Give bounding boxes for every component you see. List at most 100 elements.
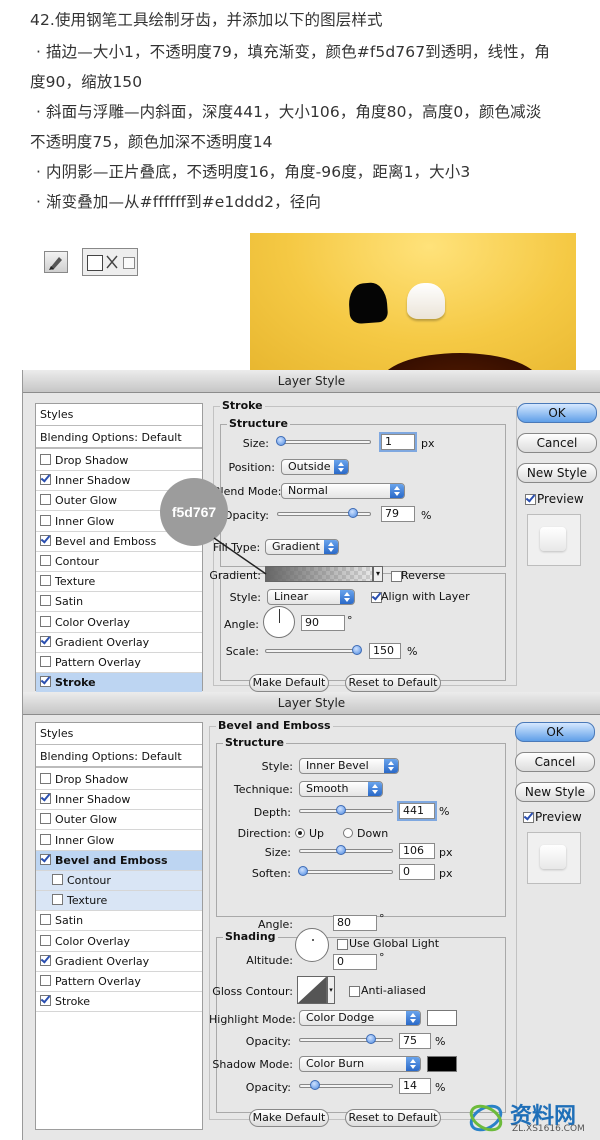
depth-slider[interactable]	[299, 805, 393, 815]
style-checkbox[interactable]	[40, 635, 51, 647]
scale-slider[interactable]	[265, 645, 362, 655]
blending-options[interactable]: Blending Options: Default	[36, 746, 202, 768]
style-checkbox[interactable]	[40, 575, 51, 587]
soften-field[interactable]: 0	[399, 864, 435, 880]
styles-header[interactable]: Styles	[36, 723, 202, 745]
paths-icon[interactable]	[105, 254, 119, 270]
shadow-opacity-slider[interactable]	[299, 1080, 393, 1090]
style-item[interactable]: Outer Glow	[36, 810, 202, 831]
angle-field[interactable]: 90	[301, 615, 345, 631]
bevel-style-select[interactable]: Inner Bevel	[299, 758, 399, 774]
style-checkbox[interactable]	[40, 494, 51, 506]
gloss-contour-swatch[interactable]	[297, 976, 327, 1004]
cancel-button[interactable]: Cancel	[515, 752, 595, 772]
style-item[interactable]: Contour	[36, 871, 202, 891]
shadow-mode-select[interactable]: Color Burn	[299, 1056, 421, 1072]
style-checkbox[interactable]	[40, 853, 51, 865]
highlight-opacity-field[interactable]: 75	[399, 1033, 431, 1049]
style-item[interactable]: Pattern Overlay	[36, 972, 202, 992]
preview-checkbox[interactable]	[525, 494, 536, 505]
depth-field[interactable]: 441	[399, 803, 435, 819]
style-checkbox[interactable]	[40, 514, 51, 526]
angle-dial[interactable]	[263, 606, 295, 638]
slider-knob[interactable]	[276, 436, 286, 446]
make-default-button[interactable]: Make Default	[249, 1109, 329, 1127]
global-light-checkbox[interactable]	[337, 939, 348, 950]
slider-knob[interactable]	[352, 645, 362, 655]
gradient-swatch[interactable]	[265, 566, 373, 582]
pen-tool-icon[interactable]	[44, 251, 68, 273]
style-item[interactable]: Bevel and Emboss	[36, 850, 202, 871]
fill-pixels-icon[interactable]	[123, 257, 135, 269]
style-checkbox[interactable]	[40, 773, 51, 784]
altitude-field[interactable]: 0	[333, 954, 377, 970]
style-checkbox[interactable]	[40, 914, 51, 926]
style-checkbox[interactable]	[40, 833, 51, 845]
style-item[interactable]: Gradient Overlay	[36, 633, 202, 653]
style-item[interactable]: Contour	[36, 552, 202, 572]
style-item[interactable]: Inner Shadow	[36, 790, 202, 811]
style-item[interactable]: Drop Shadow	[36, 770, 202, 790]
gradient-dropdown-icon[interactable]: ▾	[373, 566, 383, 582]
preview-checkbox[interactable]	[523, 812, 534, 823]
shading-angle-field[interactable]: 80	[333, 915, 377, 931]
style-checkbox[interactable]	[40, 615, 51, 627]
shadow-opacity-field[interactable]: 14	[399, 1078, 431, 1094]
blending-options[interactable]: Blending Options: Default	[36, 427, 202, 449]
cancel-button[interactable]: Cancel	[517, 433, 597, 453]
technique-select[interactable]: Smooth	[299, 781, 383, 797]
reset-default-button[interactable]: Reset to Default	[345, 1109, 441, 1127]
style-checkbox[interactable]	[52, 894, 63, 906]
style-checkbox[interactable]	[40, 813, 51, 825]
style-item[interactable]: Inner Glow	[36, 831, 202, 851]
blend-mode-select[interactable]: Normal	[281, 483, 405, 499]
new-style-button[interactable]: New Style	[515, 782, 595, 802]
new-style-button[interactable]: New Style	[517, 463, 597, 483]
style-checkbox[interactable]	[40, 656, 51, 667]
size-field[interactable]: 1	[381, 434, 415, 450]
shadow-color-swatch[interactable]	[427, 1056, 457, 1072]
style-checkbox[interactable]	[52, 874, 63, 885]
opacity-field[interactable]: 79	[381, 506, 415, 522]
style-item[interactable]: Satin	[36, 592, 202, 613]
style-item[interactable]: Stroke	[36, 673, 202, 694]
fill-type-select[interactable]: Gradient	[265, 539, 339, 555]
anti-aliased-checkbox[interactable]	[349, 986, 360, 997]
highlight-color-swatch[interactable]	[427, 1010, 457, 1026]
highlight-mode-select[interactable]: Color Dodge	[299, 1010, 421, 1026]
opacity-slider[interactable]	[277, 508, 371, 518]
style-checkbox[interactable]	[40, 793, 51, 805]
shape-layers-icon[interactable]	[87, 255, 103, 271]
style-item[interactable]: Texture	[36, 891, 202, 912]
style-item[interactable]: Color Overlay	[36, 613, 202, 633]
slider-knob[interactable]	[310, 1080, 320, 1090]
ok-button[interactable]: OK	[515, 722, 595, 742]
styles-header[interactable]: Styles	[36, 404, 202, 426]
style-checkbox[interactable]	[40, 555, 51, 566]
slider-knob[interactable]	[298, 866, 308, 876]
position-select[interactable]: Outside	[281, 459, 349, 475]
slider-knob[interactable]	[348, 508, 358, 518]
style-item[interactable]: Texture	[36, 572, 202, 593]
slider-knob[interactable]	[336, 845, 346, 855]
style-item[interactable]: Stroke	[36, 992, 202, 1013]
style-checkbox[interactable]	[40, 995, 51, 1007]
direction-up-radio[interactable]	[295, 828, 305, 838]
ok-button[interactable]: OK	[517, 403, 597, 423]
highlight-opacity-slider[interactable]	[299, 1034, 393, 1044]
direction-down-radio[interactable]	[343, 828, 353, 838]
style-checkbox[interactable]	[40, 934, 51, 946]
size-slider[interactable]	[276, 436, 371, 446]
slider-knob[interactable]	[336, 805, 346, 815]
style-checkbox[interactable]	[40, 534, 51, 546]
style-checkbox[interactable]	[40, 595, 51, 607]
make-default-button[interactable]: Make Default	[249, 674, 329, 692]
style-item[interactable]: Drop Shadow	[36, 451, 202, 471]
gloss-contour-dropdown-icon[interactable]: ▾	[327, 976, 335, 1004]
light-angle-dial[interactable]	[295, 928, 329, 962]
soften-slider[interactable]	[298, 866, 393, 876]
style-select[interactable]: Linear	[267, 589, 355, 605]
scale-field[interactable]: 150	[369, 643, 401, 659]
reset-default-button[interactable]: Reset to Default	[345, 674, 441, 692]
style-checkbox[interactable]	[40, 676, 51, 688]
